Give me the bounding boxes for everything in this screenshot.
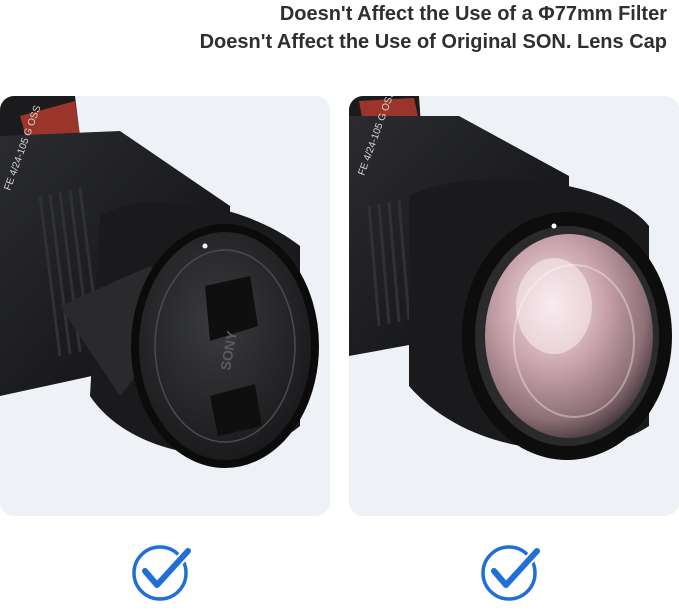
photo-lens-with-filter: FE 4/24-105 G OSS bbox=[349, 96, 679, 516]
checkmark-circle-icon bbox=[479, 541, 545, 607]
checkmark-circle-icon bbox=[130, 541, 196, 607]
headline: Doesn't Affect the Use of a Φ77mm Filter… bbox=[200, 0, 667, 56]
photo-lens-with-cap: SONY FE 4/24-105 G OSS bbox=[0, 96, 330, 516]
headline-line-1: Doesn't Affect the Use of a Φ77mm Filter bbox=[279, 3, 667, 25]
headline-line-2: Doesn't Affect the Use of Original SON. … bbox=[199, 31, 667, 53]
